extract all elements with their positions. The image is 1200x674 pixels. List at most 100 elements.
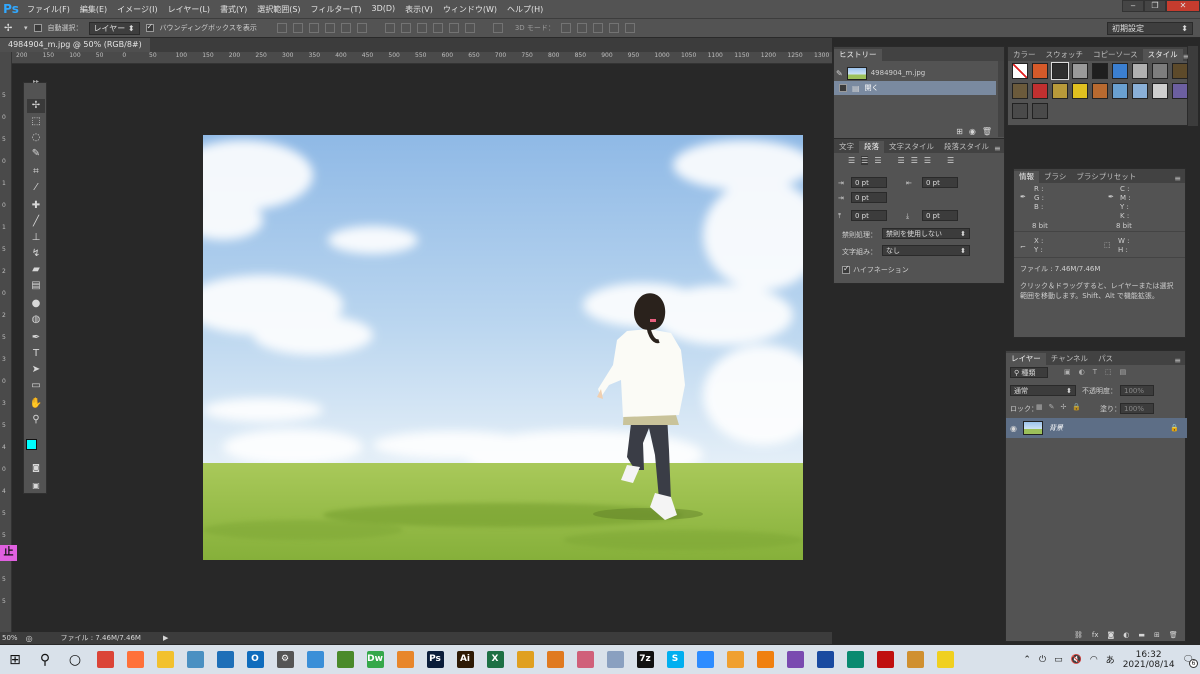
- opacity-input[interactable]: 100%: [1120, 385, 1154, 396]
- menu-item[interactable]: 表示(V): [400, 4, 438, 15]
- style-swatch[interactable]: [1072, 63, 1088, 79]
- menu-item[interactable]: 選択範囲(S): [252, 4, 305, 15]
- style-swatch[interactable]: [1092, 83, 1108, 99]
- align-bottom-icon[interactable]: [308, 23, 319, 33]
- app-char-taskbar-button[interactable]: [900, 645, 930, 674]
- space-before-input[interactable]: 0 pt: [851, 210, 887, 221]
- align-vcenter-icon[interactable]: [292, 23, 303, 33]
- crop-tool-icon[interactable]: ⌗: [27, 165, 45, 179]
- style-swatch[interactable]: [1032, 63, 1048, 79]
- style-swatch[interactable]: [1052, 83, 1068, 99]
- new-layer-icon[interactable]: ⊞: [1154, 631, 1160, 639]
- cortana-button[interactable]: ○: [60, 645, 90, 674]
- tab-layers-1[interactable]: チャンネル: [1046, 353, 1093, 365]
- eyedropper-tool-icon[interactable]: ⁄: [27, 181, 45, 195]
- style-swatch[interactable]: [1072, 83, 1088, 99]
- dreamweaver-taskbar-button[interactable]: Dw: [360, 645, 390, 674]
- delete-layer-icon[interactable]: 🗑: [1169, 631, 1178, 639]
- styles-scrollbar[interactable]: [1188, 46, 1198, 126]
- eraser-tool-icon[interactable]: ▰: [27, 263, 45, 277]
- tab-styles-3[interactable]: スタイル: [1142, 49, 1183, 61]
- create-snapshot-icon[interactable]: ◉: [969, 127, 976, 136]
- tray-app-icon[interactable]: ⏻: [1039, 655, 1046, 665]
- menu-item[interactable]: ファイル(F): [22, 4, 75, 15]
- filter-type-icon[interactable]: T: [1093, 368, 1097, 376]
- menu-item[interactable]: 編集(E): [75, 4, 112, 15]
- tab-paragraph-0[interactable]: 文字: [834, 141, 859, 153]
- move-tool-icon[interactable]: ✢: [4, 23, 18, 34]
- move-tool-icon[interactable]: ✢: [27, 99, 45, 113]
- tab-paragraph-2[interactable]: 文字スタイル: [884, 141, 939, 153]
- bounding-box-checkbox[interactable]: [145, 24, 154, 32]
- distribute-right-icon[interactable]: [464, 23, 475, 33]
- app-taskbar-button[interactable]: [180, 645, 210, 674]
- right-indent-input[interactable]: 0 pt: [922, 177, 958, 188]
- app-orange-taskbar-button[interactable]: [390, 645, 420, 674]
- close-button[interactable]: ✕: [1166, 0, 1200, 12]
- dodge-tool-icon[interactable]: ◍: [27, 313, 45, 327]
- menu-item[interactable]: ウィンドウ(W): [438, 4, 502, 15]
- app-purple-taskbar-button[interactable]: [780, 645, 810, 674]
- lock-image-icon[interactable]: ✎: [1049, 403, 1055, 411]
- app-play-taskbar-button[interactable]: [720, 645, 750, 674]
- blend-mode-dropdown[interactable]: 通常 ⬍: [1010, 385, 1076, 396]
- status-arrow-icon[interactable]: ▶: [163, 634, 168, 642]
- style-swatch[interactable]: [1012, 103, 1028, 119]
- settings-taskbar-button[interactable]: ⚙: [270, 645, 300, 674]
- style-swatch[interactable]: [1092, 63, 1108, 79]
- first-line-indent-input[interactable]: 0 pt: [851, 192, 887, 203]
- tab-layers-2[interactable]: パス: [1093, 353, 1118, 365]
- lock-all-icon[interactable]: 🔒: [1072, 403, 1081, 411]
- align-center-text-icon[interactable]: ☰: [861, 156, 869, 165]
- illustrator-taskbar-button[interactable]: Ai: [450, 645, 480, 674]
- chrome-taskbar-button[interactable]: [90, 645, 120, 674]
- panel-menu-icon[interactable]: ≡: [1174, 174, 1181, 183]
- image-canvas[interactable]: [203, 135, 803, 560]
- style-swatch[interactable]: [1012, 83, 1028, 99]
- brush-tool-icon[interactable]: ╱: [27, 215, 45, 229]
- left-indent-input[interactable]: 0 pt: [851, 177, 887, 188]
- 3d-rotate-icon[interactable]: [560, 23, 571, 33]
- record-taskbar-button[interactable]: [870, 645, 900, 674]
- 3d-scale-icon[interactable]: [624, 23, 635, 33]
- mojikumi-dropdown[interactable]: なし ⬍: [882, 245, 970, 256]
- search-button[interactable]: ⚲: [30, 645, 60, 674]
- align-right-text-icon[interactable]: ☰: [874, 156, 881, 165]
- space-after-input[interactable]: 0 pt: [922, 210, 958, 221]
- menu-item[interactable]: レイヤー(L): [163, 4, 215, 15]
- photos-taskbar-button[interactable]: [210, 645, 240, 674]
- style-swatch[interactable]: [1032, 103, 1048, 119]
- app-paint-taskbar-button[interactable]: [600, 645, 630, 674]
- distribute-top-icon[interactable]: [384, 23, 395, 33]
- volume-muted-icon[interactable]: 🔇: [1071, 655, 1082, 665]
- ime-indicator[interactable]: あ: [1106, 653, 1115, 666]
- document-tab[interactable]: 4984904_m.jpg @ 50% (RGB/8#): [0, 38, 150, 52]
- screen-mode-icon[interactable]: ▣: [27, 479, 45, 493]
- pen-tool-icon[interactable]: ✒: [27, 331, 45, 345]
- tab-styles-2[interactable]: コピーソース: [1088, 49, 1143, 61]
- clone-stamp-tool-icon[interactable]: ⊥: [27, 231, 45, 245]
- align-left-text-icon[interactable]: ☰: [848, 156, 855, 165]
- zoom-taskbar-button[interactable]: [690, 645, 720, 674]
- sidebar-marker[interactable]: 止: [0, 545, 17, 561]
- toolbox-collapse-icon[interactable]: ▸▸: [27, 75, 45, 89]
- app-green-taskbar-button[interactable]: [330, 645, 360, 674]
- firefox-taskbar-button[interactable]: [120, 645, 150, 674]
- panel-menu-icon[interactable]: ≡: [1174, 356, 1181, 365]
- app-pink-taskbar-button[interactable]: [570, 645, 600, 674]
- tray-expand-icon[interactable]: ⌃: [1023, 655, 1031, 665]
- zoom-tool-icon[interactable]: ⚲: [27, 413, 45, 427]
- photoshop-taskbar-button[interactable]: Ps: [420, 645, 450, 674]
- style-swatch[interactable]: [1152, 83, 1168, 99]
- filter-adjust-icon[interactable]: ◐: [1079, 368, 1085, 376]
- 3d-slide-icon[interactable]: [608, 23, 619, 33]
- style-swatch[interactable]: [1032, 83, 1048, 99]
- filter-smart-icon[interactable]: ▤: [1120, 368, 1127, 376]
- gradient-tool-icon[interactable]: ▤: [27, 279, 45, 293]
- new-adjustment-icon[interactable]: ◐: [1123, 631, 1129, 639]
- align-top-icon[interactable]: [276, 23, 287, 33]
- layer-style-icon[interactable]: fx: [1092, 631, 1099, 639]
- distribute-bottom-icon[interactable]: [416, 23, 427, 33]
- battery-icon[interactable]: ▭: [1054, 655, 1063, 665]
- start-button[interactable]: ⊞: [0, 645, 30, 674]
